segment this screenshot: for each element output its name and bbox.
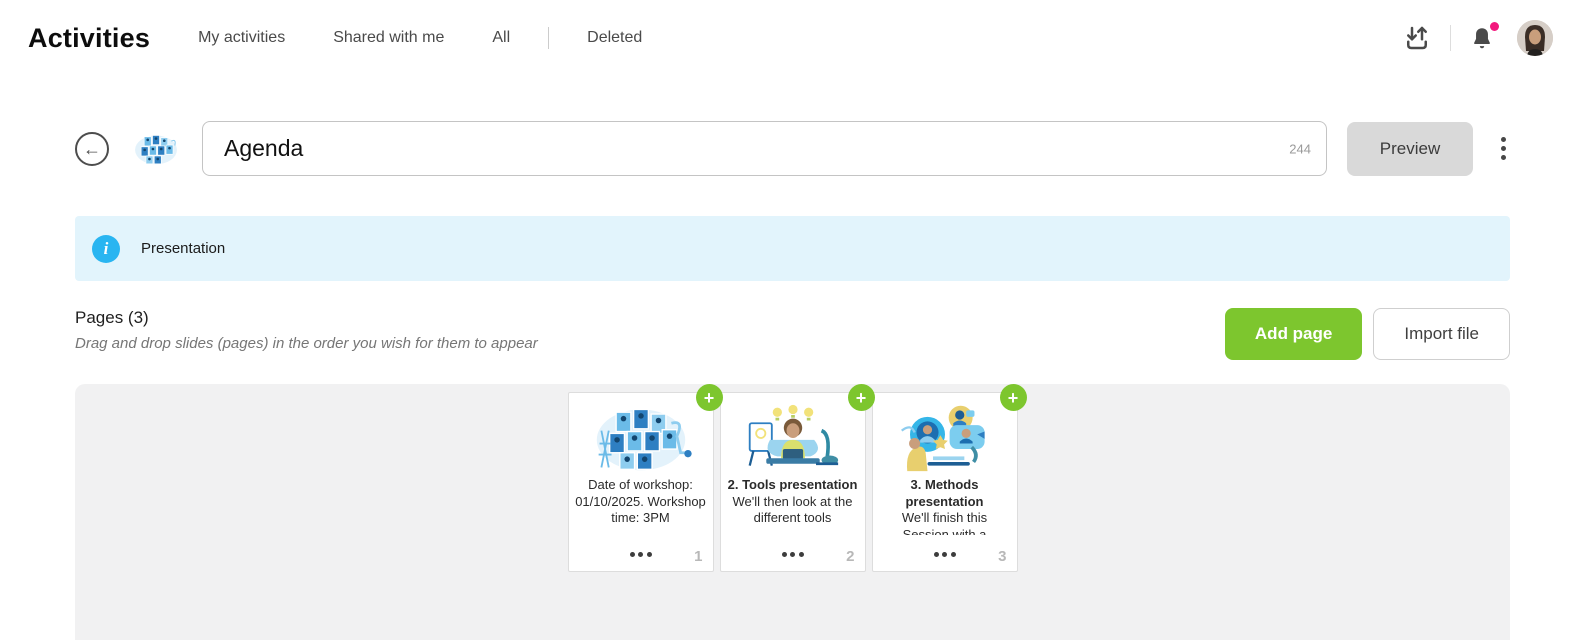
- pages-header: Pages (3) Drag and drop slides (pages) i…: [75, 308, 1510, 360]
- pages-subtitle: Drag and drop slides (pages) in the orde…: [75, 335, 538, 352]
- insert-page-plus-icon[interactable]: +: [848, 384, 875, 411]
- page-2-thumbnail-illustration: [740, 403, 846, 473]
- info-icon: i: [92, 235, 120, 263]
- page-card-2[interactable]: + 2. Tools p: [720, 392, 866, 572]
- page-3-thumbnail-illustration: [892, 403, 998, 473]
- page-3-text: 3. Methods presentation We'll finish thi…: [873, 477, 1017, 535]
- back-arrow-icon: ←: [83, 140, 101, 158]
- insert-page-plus-icon[interactable]: +: [1000, 384, 1027, 411]
- activity-title-row: ← 244 Preview: [75, 121, 1510, 176]
- page-menu-icon[interactable]: [873, 552, 1017, 557]
- notification-dot: [1490, 22, 1499, 31]
- top-bar: Activities My activities Shared with me …: [0, 0, 1569, 76]
- page-2-text: 2. Tools presentation We'll then look at…: [721, 477, 865, 535]
- insert-page-plus-icon[interactable]: +: [696, 384, 723, 411]
- page-body-text: Date of workshop: 01/10/2025. Workshop t…: [575, 477, 707, 527]
- top-actions: [1402, 20, 1553, 56]
- page-number: 2: [846, 548, 854, 565]
- tab-my-activities[interactable]: My activities: [198, 29, 285, 47]
- activities-tabs: My activities Shared with me All Deleted: [198, 27, 690, 49]
- tab-shared-with-me[interactable]: Shared with me: [333, 29, 444, 47]
- user-avatar[interactable]: [1517, 20, 1553, 56]
- page-1-text: Date of workshop: 01/10/2025. Workshop t…: [569, 477, 713, 535]
- tab-deleted[interactable]: Deleted: [587, 29, 642, 47]
- activity-title-input[interactable]: [202, 121, 1327, 176]
- page-title-text: 3. Methods presentation: [879, 477, 1011, 510]
- export-import-icon[interactable]: [1402, 23, 1432, 53]
- page-menu-icon[interactable]: [721, 552, 865, 557]
- pages-heading: Pages (3): [75, 308, 538, 328]
- add-page-button[interactable]: Add page: [1225, 308, 1362, 360]
- tab-all[interactable]: All: [492, 29, 510, 47]
- action-divider: [1450, 25, 1451, 51]
- activity-title-input-wrap: 244: [202, 121, 1327, 176]
- page-number: 3: [998, 548, 1006, 565]
- pages-panel: + Date of workshop: 01/1: [75, 384, 1510, 640]
- activity-thumbnail: [132, 128, 180, 170]
- kebab-menu-icon[interactable]: [1496, 132, 1510, 166]
- page-body-text: We'll then look at the different tools: [727, 494, 859, 527]
- page-card-1[interactable]: + Date of workshop: 01/1: [568, 392, 714, 572]
- back-button[interactable]: ←: [75, 132, 109, 166]
- info-banner: i Presentation: [75, 216, 1510, 281]
- page-card-3[interactable]: + 3. Methods presentation: [872, 392, 1018, 572]
- page-menu-icon[interactable]: [569, 552, 713, 557]
- tab-divider: [548, 27, 549, 49]
- page-title: Activities: [28, 23, 150, 54]
- preview-button[interactable]: Preview: [1347, 122, 1473, 176]
- info-banner-text: Presentation: [141, 240, 225, 257]
- page-1-thumbnail-illustration: [588, 403, 694, 473]
- page-number: 1: [694, 548, 702, 565]
- character-count: 244: [1289, 141, 1311, 156]
- import-file-button[interactable]: Import file: [1373, 308, 1510, 360]
- page-body-text: We'll finish this Session with a: [879, 510, 1011, 535]
- page-title-text: 2. Tools presentation: [727, 477, 859, 494]
